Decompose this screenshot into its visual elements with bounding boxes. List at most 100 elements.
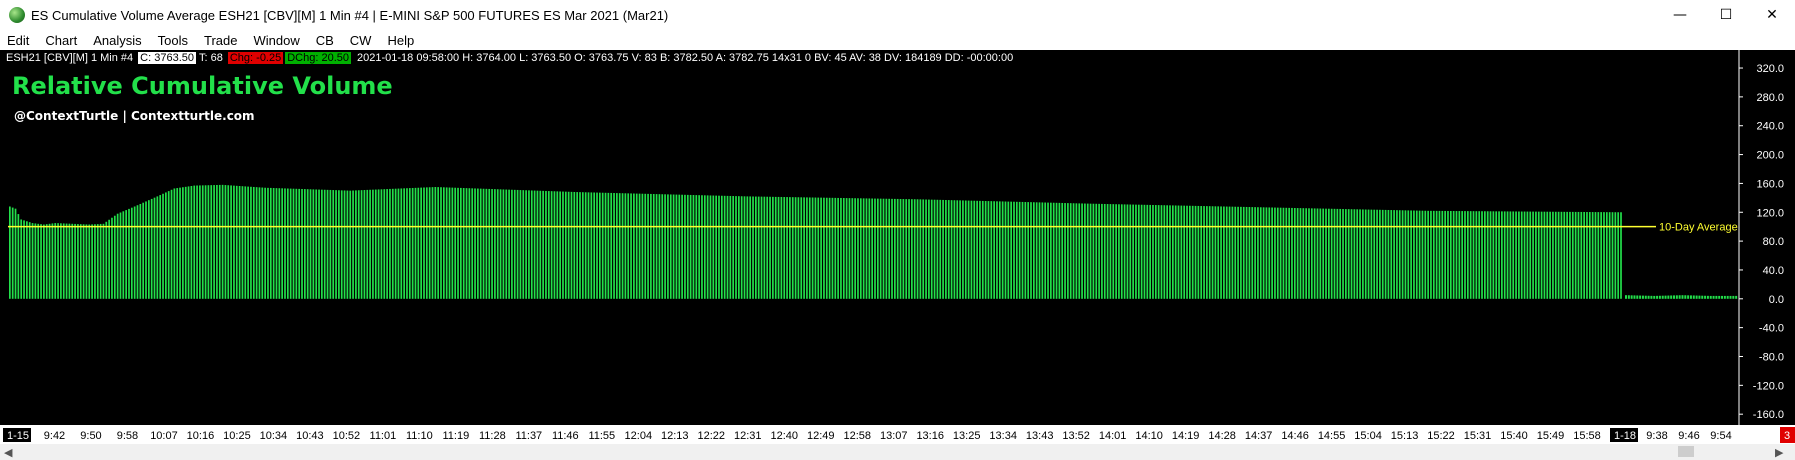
volume-bar bbox=[1441, 210, 1444, 299]
volume-bar bbox=[213, 185, 215, 299]
volume-bar bbox=[584, 192, 587, 299]
volume-bar bbox=[267, 187, 269, 299]
volume-bar bbox=[1180, 205, 1183, 299]
volume-bar bbox=[859, 198, 862, 299]
menu-window[interactable]: Window bbox=[245, 33, 307, 48]
volume-bar bbox=[221, 184, 224, 299]
volume-bar bbox=[318, 189, 320, 299]
menu-help[interactable]: Help bbox=[379, 33, 422, 48]
volume-bar bbox=[1262, 207, 1265, 299]
volume-bar bbox=[1370, 209, 1373, 299]
volume-bar bbox=[306, 189, 309, 299]
volume-bar bbox=[230, 185, 232, 299]
y-tick-label: 240.0 bbox=[1756, 121, 1784, 133]
y-tick-label: 160.0 bbox=[1756, 178, 1784, 190]
volume-bar bbox=[1614, 212, 1617, 299]
volume-bar bbox=[1438, 210, 1441, 299]
volume-bar bbox=[1566, 211, 1568, 299]
volume-bar bbox=[31, 223, 34, 299]
scroll-left-icon[interactable]: ◀ bbox=[4, 446, 12, 459]
x-tick-label: 11:28 bbox=[479, 430, 506, 442]
volume-bar bbox=[1387, 209, 1390, 299]
volume-bar bbox=[913, 199, 916, 299]
volume-bar bbox=[1523, 211, 1526, 299]
volume-bar bbox=[1140, 204, 1143, 299]
volume-bar bbox=[1404, 210, 1407, 299]
volume-bar bbox=[723, 195, 726, 299]
volume-bar bbox=[1554, 211, 1557, 299]
volume-bar bbox=[241, 186, 244, 299]
volume-bar bbox=[372, 189, 374, 299]
status-dchg: DChg: 20.50 bbox=[285, 52, 351, 64]
window-title: ES Cumulative Volume Average ESH21 [CBV]… bbox=[31, 7, 669, 23]
volume-bar bbox=[108, 219, 110, 299]
volume-bar bbox=[397, 188, 400, 299]
volume-bar bbox=[823, 197, 825, 299]
volume-bar bbox=[1552, 211, 1554, 299]
volume-bar bbox=[1248, 207, 1251, 299]
volume-bar bbox=[1678, 295, 1681, 299]
volume-bar bbox=[1030, 202, 1032, 299]
volume-bar bbox=[644, 193, 647, 299]
horizontal-scrollbar[interactable]: ◀ ▶ bbox=[0, 444, 1795, 460]
volume-bar bbox=[664, 194, 666, 299]
volume-bar bbox=[224, 185, 227, 299]
volume-bar bbox=[1001, 201, 1004, 299]
volume-bar bbox=[1035, 202, 1038, 299]
volume-bar bbox=[661, 194, 664, 299]
volume-bar bbox=[947, 200, 950, 299]
app-globe-icon bbox=[9, 7, 25, 23]
volume-bar bbox=[789, 197, 791, 299]
volume-bar bbox=[9, 206, 11, 299]
volume-bar bbox=[1169, 205, 1171, 299]
volume-bar bbox=[1605, 212, 1608, 299]
volume-bar bbox=[774, 196, 777, 299]
volume-bar bbox=[43, 224, 45, 299]
volume-bar bbox=[1149, 204, 1151, 299]
scroll-right-icon[interactable]: ▶ bbox=[1775, 446, 1783, 459]
volume-bar bbox=[133, 206, 136, 299]
volume-bar bbox=[1608, 212, 1611, 299]
close-button[interactable]: ✕ bbox=[1749, 0, 1795, 30]
volume-bar bbox=[669, 194, 672, 299]
volume-bar bbox=[1152, 204, 1154, 299]
volume-bar bbox=[621, 193, 624, 299]
volume-bar bbox=[1469, 211, 1472, 299]
x-tick-label: 13:07 bbox=[880, 430, 908, 442]
volume-bar bbox=[338, 190, 340, 299]
menu-tools[interactable]: Tools bbox=[150, 33, 196, 48]
volume-bar bbox=[996, 201, 998, 299]
volume-bar bbox=[1537, 211, 1540, 299]
volume-bar bbox=[170, 189, 173, 299]
volume-bar bbox=[1078, 203, 1081, 299]
volume-bar bbox=[150, 198, 153, 299]
volume-bar bbox=[800, 197, 803, 299]
menu-edit[interactable]: Edit bbox=[0, 33, 37, 48]
scroll-thumb[interactable] bbox=[1678, 446, 1694, 457]
minimize-button[interactable]: — bbox=[1657, 0, 1703, 30]
chart-title: Relative Cumulative Volume bbox=[12, 72, 393, 100]
menu-cw[interactable]: CW bbox=[342, 33, 380, 48]
volume-bar bbox=[156, 196, 159, 299]
volume-bar bbox=[1296, 208, 1299, 299]
chart-area[interactable]: 320.0 280.0 240.0 200.0 160.0 120.0 80.0 40.0 0.… bbox=[0, 50, 1795, 425]
volume-bar bbox=[599, 192, 601, 299]
volume-bar bbox=[1129, 204, 1132, 299]
menu-chart[interactable]: Chart bbox=[37, 33, 85, 48]
volume-bar bbox=[1501, 211, 1503, 299]
menu-trade[interactable]: Trade bbox=[196, 33, 245, 48]
volume-bar bbox=[258, 187, 261, 299]
volume-bar bbox=[315, 189, 318, 299]
maximize-button[interactable]: ☐ bbox=[1703, 0, 1749, 30]
volume-bar bbox=[667, 194, 669, 299]
menu-analysis[interactable]: Analysis bbox=[85, 33, 149, 48]
volume-bar bbox=[374, 189, 377, 299]
volume-bar bbox=[1461, 211, 1464, 299]
menu-cb[interactable]: CB bbox=[308, 33, 342, 48]
volume-bar bbox=[289, 188, 292, 299]
volume-bar bbox=[1293, 207, 1296, 299]
volume-bar bbox=[1109, 204, 1112, 299]
volume-bar bbox=[65, 223, 68, 299]
volume-bar bbox=[48, 223, 51, 299]
volume-bar bbox=[1712, 295, 1715, 299]
